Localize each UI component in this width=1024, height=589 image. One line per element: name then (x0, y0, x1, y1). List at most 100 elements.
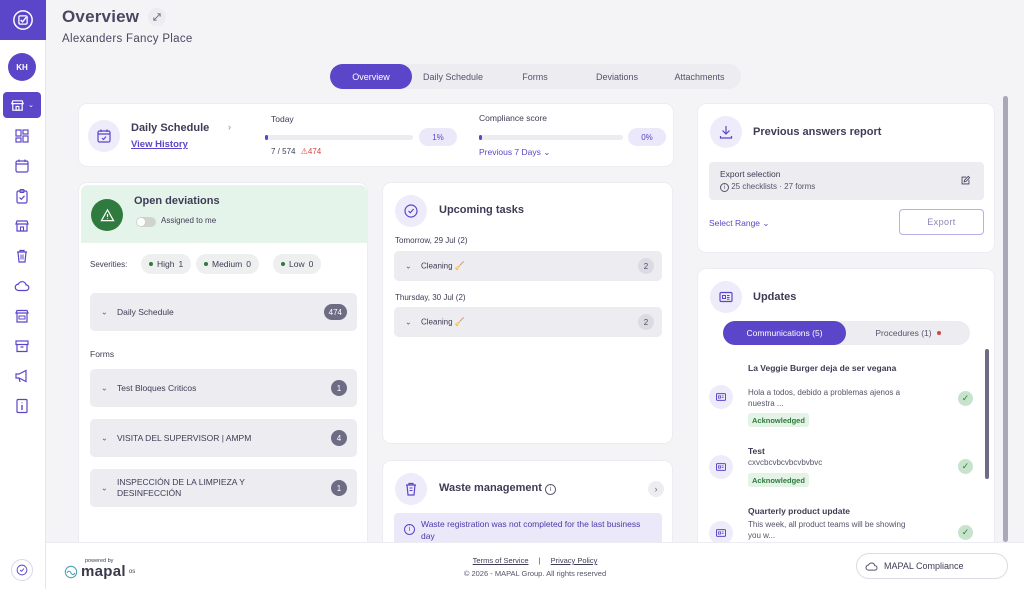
mapal-compliance-button[interactable]: MAPAL Compliance (856, 553, 1008, 579)
waste-alert-text: Waste registration was not completed for… (421, 519, 641, 541)
sidebar-item-locations[interactable] (13, 217, 31, 235)
compliance-progress-bar (479, 135, 623, 140)
range-dropdown[interactable]: Previous 7 Days ⌄ (479, 147, 550, 158)
waste-title: Waste management i (439, 482, 556, 495)
expand-button[interactable] (148, 8, 166, 26)
calendar-icon (88, 120, 120, 152)
sidebar-item-announcements[interactable] (13, 367, 31, 385)
severity-low-filter[interactable]: Low 0 (273, 254, 322, 274)
sidebar-item-schedule[interactable] (13, 157, 31, 175)
updates-scrollbar[interactable] (985, 349, 989, 479)
sidebar-item-info[interactable] (13, 397, 31, 415)
tab-procedures[interactable]: Procedures (1) (846, 321, 970, 345)
sidebar-item-waste[interactable] (13, 247, 31, 265)
task-group-date: Thursday, 30 Jul (2) (395, 293, 466, 302)
main-content: Daily Schedule › View History Today 1% 7… (75, 96, 1010, 542)
sidebar-item-cloud[interactable] (13, 277, 31, 295)
tab-daily-schedule[interactable]: Daily Schedule (412, 64, 494, 89)
info-icon[interactable]: i (544, 484, 556, 495)
assigned-to-me-label: Assigned to me (161, 216, 217, 225)
daily-schedule-title[interactable]: Daily Schedule (131, 122, 209, 134)
date-label: Tomorrow, 29 Jul (395, 236, 456, 245)
chevron-down-icon: ⌄ (101, 383, 108, 393)
update-item-title[interactable]: La Veggie Burger deja de ser vegana (748, 363, 903, 374)
deviation-form-item[interactable]: ⌄ INSPECCIÓN DE LA LIMPIEZA Y DESINFECCI… (90, 469, 357, 507)
task-item[interactable]: ⌄ Cleaning 🧹 2 (394, 307, 662, 337)
export-detail-text: 25 checklists · 27 forms (731, 182, 816, 191)
sidebar-item-archive[interactable] (13, 337, 31, 355)
export-selection[interactable]: Export selection i 25 checklists · 27 fo… (709, 162, 984, 200)
checklist-logo-icon (16, 564, 28, 576)
task-item[interactable]: ⌄ Cleaning 🧹 2 (394, 251, 662, 281)
cloud-icon (14, 281, 30, 292)
info-icon: i (404, 524, 415, 535)
export-selection-label: Export selection (720, 169, 781, 179)
page-scrollbar-track (1003, 96, 1008, 542)
tab-communications[interactable]: Communications (5) (723, 321, 846, 345)
compliance-logo[interactable] (11, 559, 33, 581)
tab-overview[interactable]: Overview (330, 64, 412, 89)
news-icon (709, 455, 733, 479)
update-item-title[interactable]: Test (748, 446, 765, 456)
sidebar-item-location[interactable]: ⌄ (3, 92, 41, 118)
deviation-item-label: Test Bloques Criticos (117, 383, 197, 393)
task-count-badge: 2 (638, 314, 654, 330)
deviation-count-badge: 474 (323, 304, 347, 320)
select-range-dropdown[interactable]: Select Range ⌄ (709, 218, 770, 229)
today-percent: 1% (419, 128, 457, 146)
tab-attachments[interactable]: Attachments (658, 64, 741, 89)
task-item-label: Cleaning 🧹 (421, 318, 465, 327)
waste-title-text: Waste management (439, 482, 542, 494)
footer: powered by mapal os Terms of Service | Pr… (46, 542, 1024, 589)
severity-high-filter[interactable]: High 1 (141, 254, 192, 274)
range-label: Previous 7 Days (479, 147, 541, 157)
overdue-count: 474 (307, 147, 322, 156)
page-scrollbar-thumb[interactable] (1003, 96, 1008, 542)
store-icon (11, 99, 25, 111)
avatar[interactable]: KH (8, 53, 36, 81)
deviation-form-item[interactable]: ⌄ VISITA DEL SUPERVISOR | AMPM 4 (90, 419, 357, 457)
location-name: Alexanders Fancy Place (62, 33, 193, 45)
deviation-item-label: VISITA DEL SUPERVISOR | AMPM (117, 433, 252, 443)
updates-card: Updates Communications (5) Procedures (1… (697, 268, 995, 542)
news-icon (709, 521, 733, 542)
compliance-label: Compliance score (479, 113, 548, 123)
export-button[interactable]: Export (899, 209, 984, 235)
chevron-right-icon[interactable]: › (228, 122, 231, 132)
sidebar-item-dashboard[interactable] (13, 127, 31, 145)
terms-link[interactable]: Terms of Service (473, 556, 529, 565)
chevron-right-icon[interactable]: › (648, 481, 664, 497)
deviation-schedule-item[interactable]: ⌄ Daily Schedule 474 (90, 293, 357, 331)
assigned-to-me-toggle[interactable] (136, 217, 156, 227)
edit-icon[interactable] (960, 175, 971, 186)
warning-icon: ⚠ (300, 147, 308, 156)
tab-deviations[interactable]: Deviations (576, 64, 658, 89)
severity-medium-filter[interactable]: Medium 0 (196, 254, 259, 274)
sidebar-item-storefront[interactable] (13, 307, 31, 325)
unread-dot (936, 331, 941, 335)
update-item-body: This week, all product teams will be sho… (748, 520, 906, 540)
info-icon (16, 398, 28, 414)
chevron-down-icon: ⌄ (540, 147, 551, 157)
open-deviations-title: Open deviations (134, 195, 220, 207)
deviation-form-item[interactable]: ⌄ Test Bloques Criticos 1 (90, 369, 357, 407)
view-history-link[interactable]: View History (131, 139, 188, 150)
done-count: 7 / 574 (271, 147, 296, 156)
waste-bin-icon (395, 473, 427, 505)
sidebar: KH ⌄ (0, 0, 46, 589)
severity-label: Medium (212, 259, 243, 269)
upcoming-tasks-card: Upcoming tasks Tomorrow, 29 Jul (2) ⌄ Cl… (382, 182, 673, 444)
tab-forms[interactable]: Forms (494, 64, 576, 89)
upcoming-tasks-title: Upcoming tasks (439, 204, 524, 216)
page-title: Overview (62, 7, 140, 26)
broom-icon: 🧹 (454, 317, 465, 327)
severity-label: Low (289, 259, 305, 269)
sidebar-item-forms[interactable] (13, 187, 31, 205)
cloud-icon (865, 562, 878, 571)
privacy-link[interactable]: Privacy Policy (551, 556, 598, 565)
app-logo[interactable] (0, 0, 46, 40)
waste-alert: i Waste registration was not completed f… (394, 513, 662, 542)
severity-count: 1 (178, 259, 184, 269)
chevron-down-icon: ⌄ (405, 261, 412, 271)
update-item-title[interactable]: Quarterly product update (748, 506, 850, 516)
